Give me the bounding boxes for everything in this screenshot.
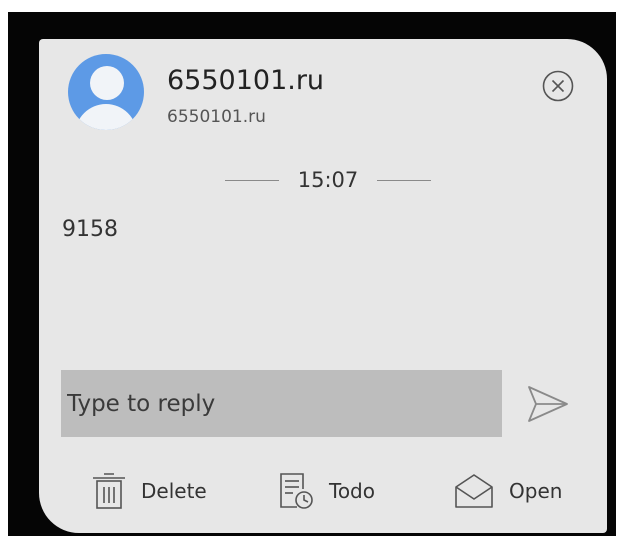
send-button[interactable] (525, 383, 571, 425)
notification-frame: 6550101.ru 6550101.ru 15:07 9158 Type to… (8, 12, 616, 536)
todo-clock-icon (280, 473, 313, 509)
close-circle-icon (542, 70, 574, 102)
message-notification-card: 6550101.ru 6550101.ru 15:07 9158 Type to… (39, 39, 607, 533)
message-time: 15:07 (297, 168, 359, 192)
divider-line (377, 179, 431, 181)
sender-address: 6550101.ru (167, 107, 266, 127)
send-icon (528, 386, 568, 422)
person-icon (90, 66, 124, 100)
open-label: Open (509, 479, 563, 503)
close-button[interactable] (541, 69, 575, 103)
reply-input[interactable] (61, 370, 502, 437)
open-button[interactable]: Open (453, 469, 562, 513)
message-body: 9158 (62, 217, 118, 242)
envelope-open-icon (455, 474, 493, 508)
delete-button[interactable]: Delete (91, 469, 207, 513)
todo-label: Todo (329, 479, 375, 503)
avatar (68, 54, 144, 130)
delete-label: Delete (141, 479, 207, 503)
todo-button[interactable]: Todo (277, 469, 375, 513)
timestamp-divider: 15:07 (225, 165, 431, 195)
sender-name: 6550101.ru (167, 65, 325, 96)
divider-line (225, 179, 279, 181)
trash-icon (93, 473, 125, 509)
